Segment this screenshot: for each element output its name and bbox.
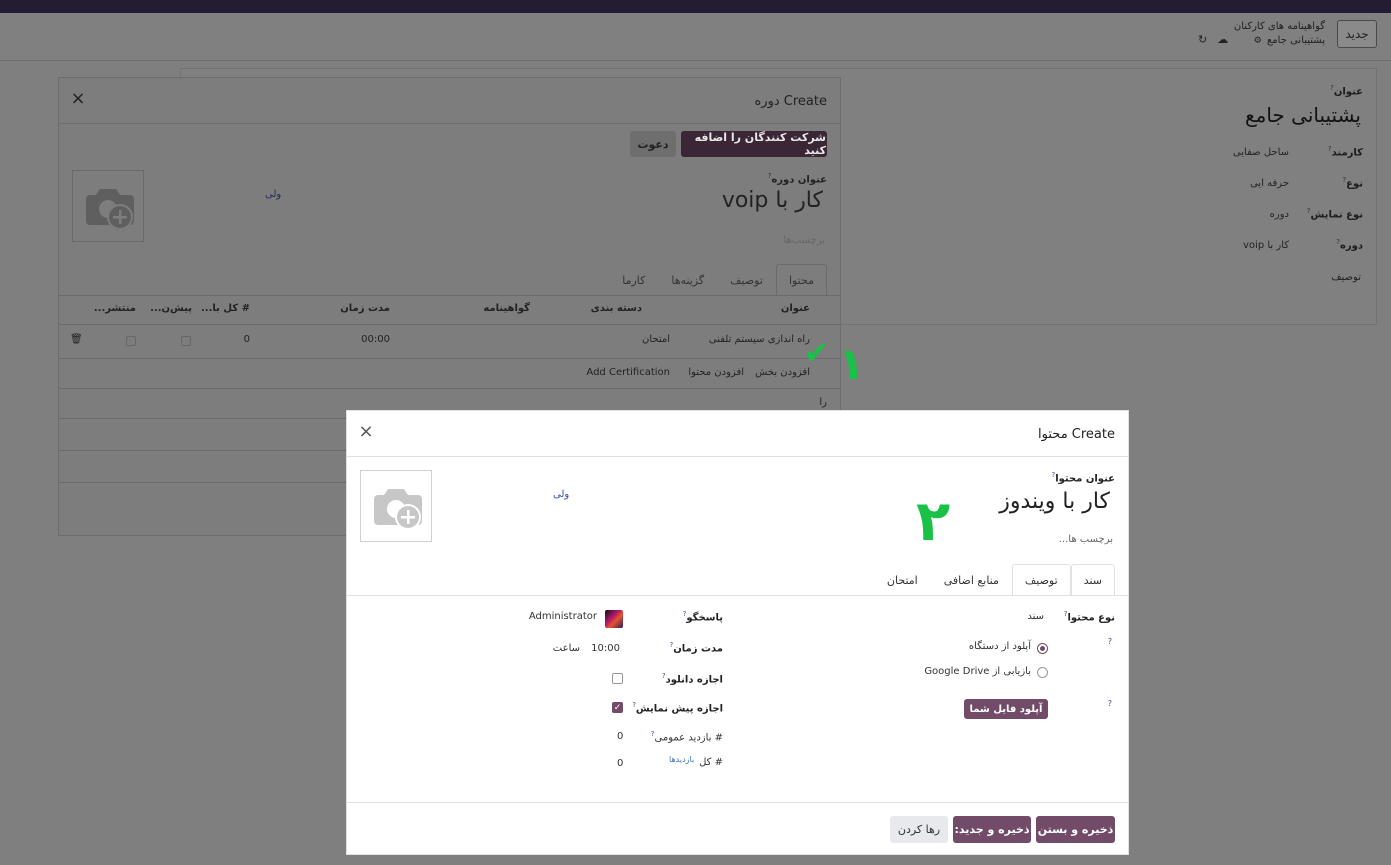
tags-input[interactable]: برچسب‌ها (783, 235, 825, 246)
title-label: عنوان? (1330, 84, 1363, 98)
add-certification-link[interactable]: Add Certification (586, 367, 670, 378)
upload-device-radio[interactable] (1037, 643, 1048, 654)
row-preview-checkbox[interactable] (181, 336, 191, 346)
gear-icon[interactable]: ⚙ (1254, 34, 1262, 48)
course-tabs: محتوا توصیف گزینه‌ها کارما (609, 264, 827, 296)
avatar (605, 610, 623, 628)
col-category[interactable]: دسته بندی (591, 303, 642, 314)
row-title[interactable]: راه اندازی سیستم تلفنی (709, 334, 810, 345)
content-type-label: نوع محتوا? (1063, 610, 1115, 624)
close-icon[interactable]: × (357, 423, 375, 441)
tab-options[interactable]: گزینه‌ها (658, 264, 717, 296)
views-link[interactable]: بازدیدها (669, 755, 694, 764)
trash-icon[interactable]: 🗑 (70, 334, 83, 345)
allow-download-label: اجازه دانلود? (661, 672, 723, 686)
dialog-header: Create دوره × (59, 78, 840, 124)
course-title-input[interactable]: کار با voip (722, 188, 823, 213)
camera-add-icon (374, 489, 422, 530)
upload-device-label: آپلود از دستگاه (968, 641, 1031, 652)
public-views-value: 0 (617, 731, 624, 742)
extra-row-text: را (819, 397, 827, 408)
duration-value[interactable]: 10:00 (591, 643, 620, 654)
employee-value: ساحل صفایی (1232, 147, 1289, 158)
cloud-save-icon[interactable]: ☁ (1217, 33, 1228, 46)
discard-button[interactable]: رها کردن (890, 816, 948, 843)
dialog-title: Create دوره (754, 94, 828, 109)
row-total: 0 (243, 334, 250, 345)
display-type-label: نوع نمایش? (1306, 207, 1363, 221)
control-panel: جدید گواهینامه های کارکنان پشتیبانی جامع… (0, 13, 1391, 61)
tab-document[interactable]: سند (1070, 564, 1115, 596)
content-title-input[interactable]: کار با ویندوز (999, 489, 1110, 514)
annotation-two: ٢ (916, 489, 951, 554)
tab-description[interactable]: توصیف (1011, 564, 1071, 596)
course-value: کار با voip (1243, 240, 1289, 251)
annotation-one: ١ (838, 339, 865, 390)
col-published[interactable]: منتشر... (94, 303, 136, 314)
duration-unit: ساعت (552, 643, 580, 654)
allow-download-checkbox[interactable] (612, 673, 623, 684)
upload-file-button[interactable]: آپلود فایل شما (964, 699, 1048, 719)
image-upload[interactable] (72, 170, 144, 242)
employee-label: کارمند? (1327, 145, 1363, 159)
drive-radio[interactable] (1037, 667, 1048, 678)
row-published-checkbox[interactable] (126, 336, 136, 346)
help-icon[interactable]: ? (1108, 637, 1112, 646)
side-link[interactable]: ولی (265, 189, 281, 200)
add-attendees-button[interactable]: شرکت کنندگان را اضافه کنید (681, 131, 827, 157)
camera-add-icon (86, 189, 134, 230)
col-preview[interactable]: پیش‌ن... (150, 303, 192, 314)
discard-changes-icon[interactable]: ↻ (1198, 33, 1207, 46)
content-title-label: عنوان محتوا? (1051, 471, 1115, 485)
content-tabs: سند توصیف منابع اضافی امتحان (874, 564, 1115, 596)
total-value: 0 (617, 758, 624, 769)
side-link[interactable]: ولی (553, 489, 569, 500)
responsible-value[interactable]: Administrator (529, 611, 597, 622)
new-button[interactable]: جدید (1337, 20, 1377, 48)
dialog-header: Create محتوا × (347, 411, 1128, 457)
duration-label: مدت زمان? (669, 641, 723, 655)
tags-input[interactable]: برچسب ها... (1059, 534, 1113, 545)
col-title[interactable]: عنوان (781, 303, 810, 314)
content-type-value[interactable]: سند (1027, 611, 1044, 622)
course-label: دوره? (1336, 238, 1363, 252)
breadcrumb: گواهینامه های کارکنان پشتیبانی جامع ⚙ (1234, 20, 1325, 48)
row-duration: 00:00 (361, 334, 390, 345)
responsible-label: پاسخگو? (682, 610, 723, 624)
type-value: حرفه ایی (1250, 178, 1289, 189)
col-total[interactable]: # کل با... (201, 303, 250, 314)
close-icon[interactable]: × (69, 90, 87, 108)
type-label: نوع? (1342, 176, 1363, 190)
public-views-label: # بازدید عمومی? (650, 730, 723, 744)
create-content-dialog: Create محتوا × عنوان محتوا? کار با ویندو… (346, 410, 1129, 855)
total-label: # کل (699, 757, 723, 768)
add-content-link[interactable]: افزودن محتوا (688, 367, 744, 378)
tab-content[interactable]: محتوا (775, 264, 827, 296)
top-navbar (0, 0, 1391, 13)
add-section-link[interactable]: افزودن بخش (755, 367, 810, 378)
save-new-button[interactable]: ذخیره و جدید: (953, 816, 1031, 843)
title-value: پشتیبانی جامع (1244, 103, 1361, 127)
tab-additional-resources[interactable]: منابع اضافی (931, 564, 1012, 596)
col-duration[interactable]: مدت زمان (340, 303, 390, 314)
drive-label: بازیابی از Google Drive (924, 666, 1031, 677)
col-certificate[interactable]: گواهینامه (483, 303, 530, 314)
save-close-button[interactable]: ذخیره و بستن (1036, 816, 1115, 843)
description-label: توصیف (1331, 272, 1361, 283)
tab-description[interactable]: توصیف (717, 264, 776, 296)
annotation-checkmark: ✔ (804, 336, 830, 371)
dialog-title: Create محتوا (1038, 427, 1115, 442)
breadcrumb-parent[interactable]: گواهینامه های کارکنان (1234, 20, 1325, 34)
breadcrumb-current: پشتیبانی جامع (1266, 35, 1325, 46)
display-type-value: دوره (1269, 209, 1289, 220)
invite-button[interactable]: دعوت (630, 131, 676, 157)
tab-quiz[interactable]: امتحان (874, 564, 931, 596)
course-title-label: عنوان دوره? (767, 172, 827, 186)
tab-karma[interactable]: کارما (609, 264, 658, 296)
image-upload[interactable] (360, 470, 432, 542)
allow-preview-checkbox[interactable]: ✓ (612, 702, 623, 713)
allow-preview-label: اجازه پیش نمایش? (632, 701, 723, 715)
help-icon[interactable]: ? (1108, 699, 1112, 708)
row-category: امتحان (642, 334, 670, 345)
